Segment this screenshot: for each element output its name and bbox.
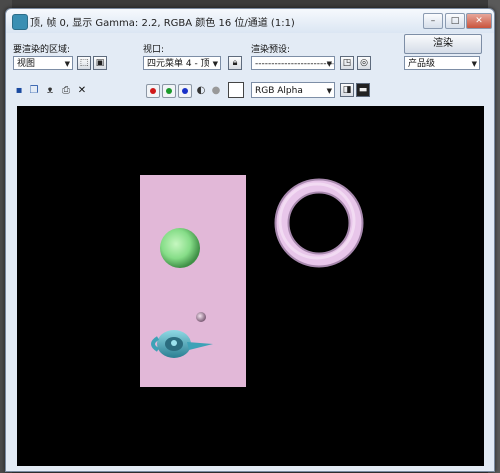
green-channel-button[interactable] <box>162 84 176 98</box>
blue-channel-button[interactable] <box>178 84 192 98</box>
blue-dot-icon <box>182 88 188 94</box>
edit-region-button[interactable]: ⬚ <box>77 56 91 70</box>
color-swatch[interactable] <box>228 82 244 98</box>
alpha-channel-icon[interactable]: ◐ <box>195 85 207 97</box>
render-button[interactable]: 渲染 <box>404 34 482 54</box>
title-bar[interactable]: 顶, 帧 0, 显示 Gamma: 2.2, RGBA 颜色 16 位/通道 (… <box>6 9 494 33</box>
close-button[interactable]: ✕ <box>466 13 492 29</box>
print-icon[interactable]: ⎙ <box>60 85 72 97</box>
viewport-value: 四元菜单 4 - 顶 <box>147 59 210 69</box>
render-preset-value: ------------------------- <box>255 59 335 69</box>
area-to-render-label: 要渲染的区域: <box>13 45 71 55</box>
pink-plane <box>140 175 246 387</box>
alpha-display-icon: ▬ <box>358 85 368 95</box>
overlay-icon: ◨ <box>342 85 352 95</box>
window-title: 顶, 帧 0, 显示 Gamma: 2.2, RGBA 颜色 16 位/通道 (… <box>30 18 295 29</box>
channel-display-select[interactable]: RGB Alpha ▼ <box>251 82 335 98</box>
environment-icon: ◎ <box>360 58 368 68</box>
area-to-render-select[interactable]: 视图 ▼ <box>13 56 73 70</box>
lock-icon: 🔒︎ <box>232 58 238 68</box>
toggle-ui-overlay-button[interactable]: ◨ <box>340 83 354 97</box>
small-sphere <box>196 312 206 322</box>
chevron-down-icon: ▼ <box>471 60 477 68</box>
minimize-button[interactable]: – <box>423 13 443 29</box>
app-icon <box>12 14 28 30</box>
chevron-down-icon: ▼ <box>64 60 70 68</box>
monochrome-icon[interactable]: ● <box>210 85 222 97</box>
viewport-select[interactable]: 四元菜单 4 - 顶 ▼ <box>143 56 221 70</box>
black-background <box>17 106 484 466</box>
lock-viewport-button[interactable]: 🔒︎ <box>228 56 242 70</box>
edit-region-icon: ⬚ <box>79 58 89 68</box>
render-preset-select[interactable]: ------------------------- ▼ <box>251 56 335 70</box>
copy-image-icon[interactable]: ❐ <box>28 85 40 97</box>
clear-icon[interactable]: ✕ <box>76 85 88 97</box>
green-dot-icon <box>166 88 172 94</box>
render-frame-window: 顶, 帧 0, 显示 Gamma: 2.2, RGBA 颜色 16 位/通道 (… <box>5 8 495 472</box>
red-dot-icon <box>150 88 156 94</box>
auto-region-icon: ▣ <box>95 58 105 68</box>
quality-select[interactable]: 产品级 ▼ <box>404 56 480 70</box>
render-setup-icon: ◳ <box>342 58 352 68</box>
quality-value: 产品级 <box>408 59 436 69</box>
clone-frame-icon[interactable]: ᴥ <box>44 85 56 97</box>
auto-region-button[interactable]: ▣ <box>93 56 107 70</box>
render-viewport[interactable] <box>17 106 484 466</box>
chevron-down-icon: ▼ <box>326 60 332 68</box>
environment-effects-button[interactable]: ◎ <box>357 56 371 70</box>
maximize-button[interactable]: □ <box>445 13 465 29</box>
green-sphere <box>160 228 200 268</box>
chevron-down-icon: ▼ <box>326 87 332 95</box>
channel-display-value: RGB Alpha <box>255 86 303 96</box>
chevron-down-icon: ▼ <box>212 60 218 68</box>
render-preset-label: 渲染预设: <box>251 45 291 55</box>
red-channel-button[interactable] <box>146 84 160 98</box>
viewport-label: 视口: <box>143 45 165 55</box>
display-alpha-button[interactable]: ▬ <box>356 83 370 97</box>
area-to-render-value: 视图 <box>17 59 36 69</box>
render-setup-button[interactable]: ◳ <box>340 56 354 70</box>
save-image-icon[interactable]: ▪ <box>13 85 25 97</box>
